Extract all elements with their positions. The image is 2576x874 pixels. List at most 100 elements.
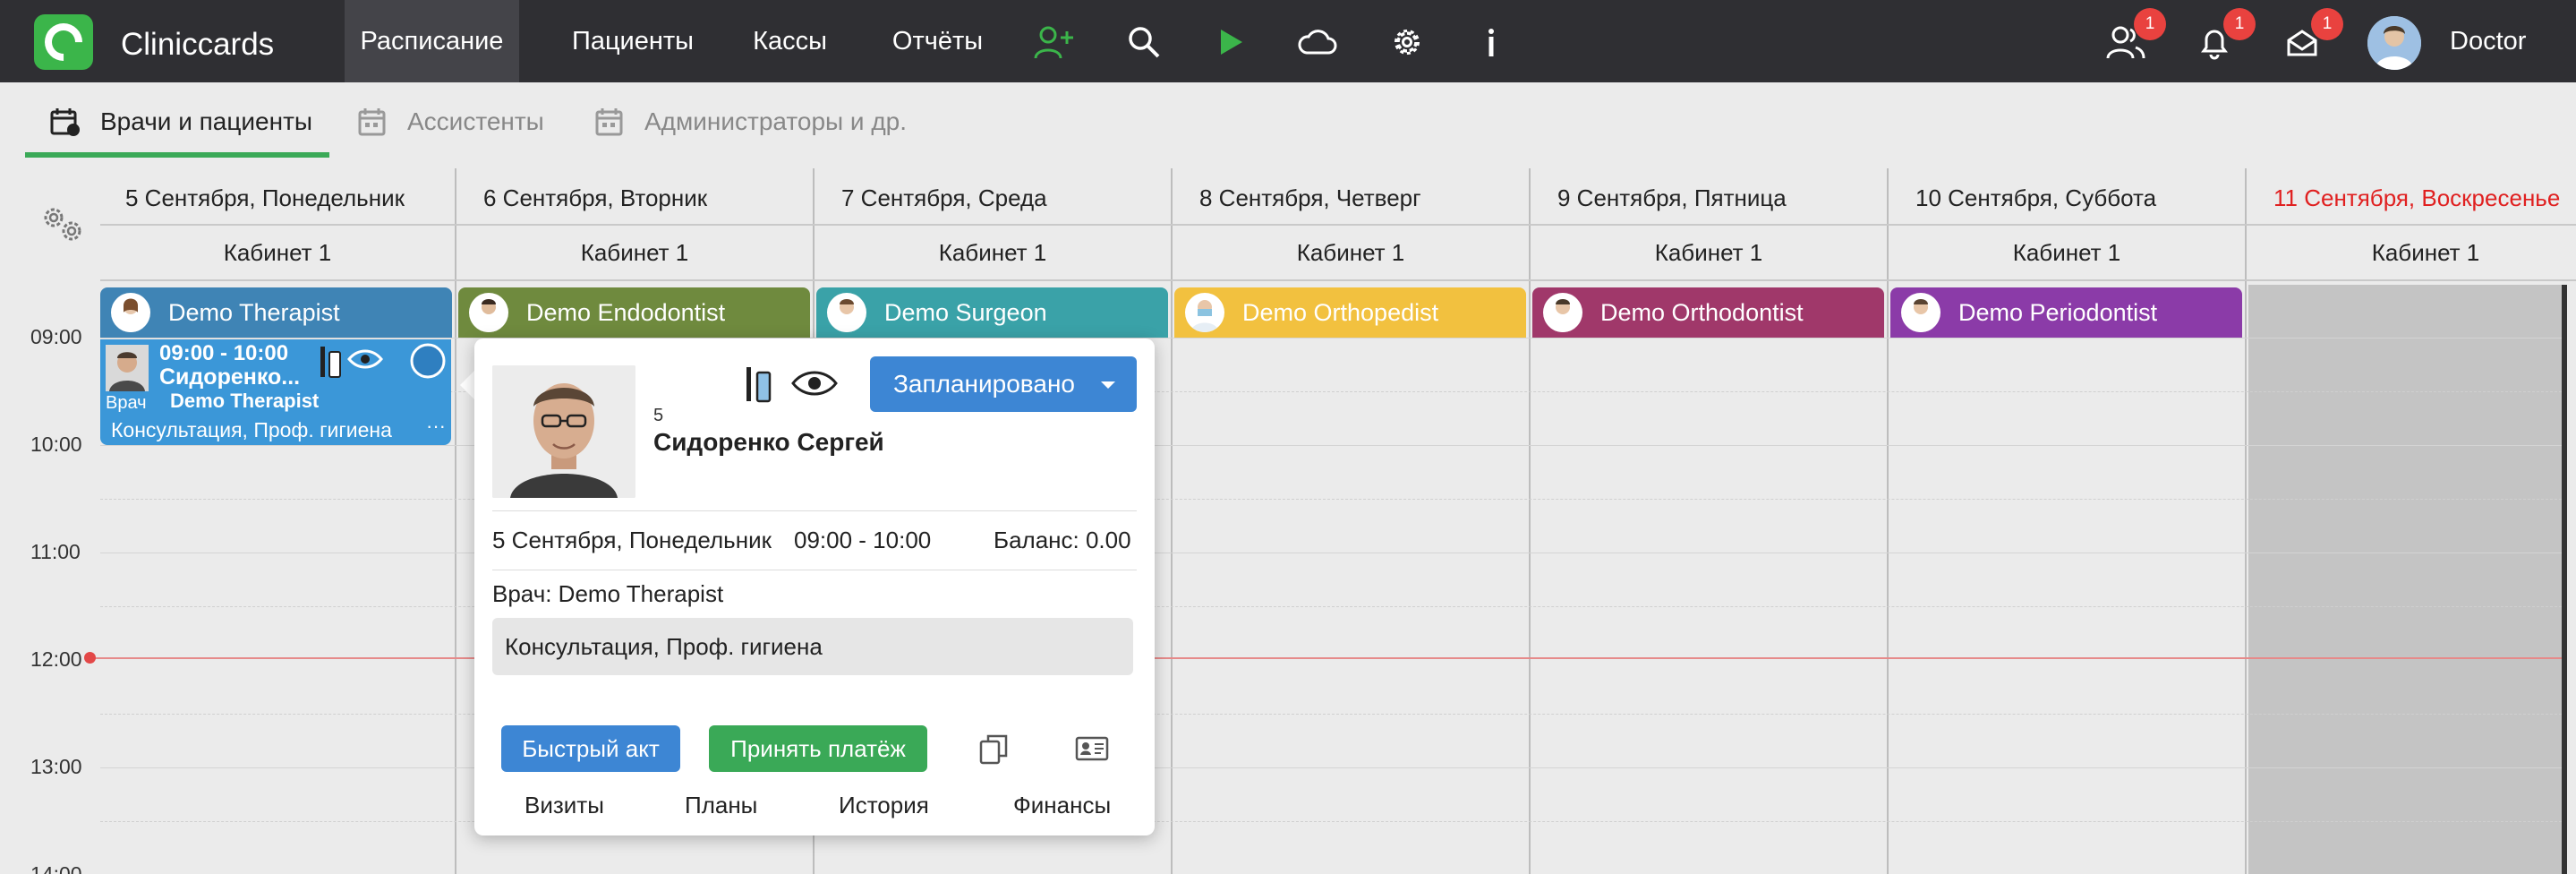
top-bar: Cliniccards Расписание Пациенты Кассы От… (0, 0, 2576, 82)
doctor-name: Demo Therapist (168, 299, 340, 326)
day-header: 9 Сентября, Пятница (1557, 184, 1787, 211)
notifications-badge: 1 (2223, 8, 2256, 40)
quick-act-button[interactable]: Быстрый акт (501, 725, 680, 772)
doctor-avatar (1185, 293, 1224, 332)
cabinet-label: Кабинет 1 (2012, 239, 2121, 266)
header-divider (100, 279, 2576, 281)
gear-icon[interactable] (1389, 24, 1425, 60)
doctor-avatar (469, 293, 508, 332)
tab-label: Ассистенты (407, 107, 544, 135)
add-patient-icon[interactable] (1033, 24, 1074, 60)
doctor-chip-orthodontist[interactable]: Demo Orthodontist (1532, 287, 1884, 338)
tab-assistants[interactable]: Ассистенты (358, 82, 544, 161)
doctor-chip-endodontist[interactable]: Demo Endodontist (458, 287, 810, 338)
appointment-services[interactable]: Консультация, Проф. гигиена (492, 618, 1133, 675)
doctor-name: Demo Orthodontist (1600, 299, 1804, 326)
avatar[interactable] (2367, 16, 2421, 70)
accept-payment-button[interactable]: Принять платёж (709, 725, 927, 772)
grid-line (100, 499, 2562, 500)
doctor-name: Demo Endodontist (526, 299, 726, 326)
user-name[interactable]: Doctor (2450, 27, 2526, 56)
tab-finances[interactable]: Финансы (1013, 792, 1111, 819)
search-icon[interactable] (1126, 24, 1162, 60)
day-header-sunday: 11 Сентября, Воскресенье (2273, 184, 2561, 211)
appointment-card[interactable]: Врач 09:00 - 10:00 Сидоренко... Demo The… (100, 339, 451, 445)
status-dropdown[interactable]: Запланировано (870, 356, 1137, 412)
day-header: 10 Сентября, Суббота (1915, 184, 2157, 211)
scrollbar[interactable] (2562, 285, 2567, 874)
doctor-chip-periodontist[interactable]: Demo Periodontist (1890, 287, 2242, 338)
cabinet-label: Кабинет 1 (2371, 239, 2480, 266)
doctor-avatar (111, 293, 150, 332)
doctor-chip-therapist[interactable]: Demo Therapist (100, 287, 452, 338)
logo-icon[interactable] (34, 14, 93, 70)
day-header: 6 Сентября, Вторник (483, 184, 708, 211)
settings-gears-icon[interactable] (36, 201, 90, 246)
doctor-name: Demo Orthopedist (1242, 299, 1439, 326)
tab-doctors-patients[interactable]: Врачи и пациенты (50, 82, 313, 161)
patient-name[interactable]: Сидоренко Сергей (653, 428, 884, 457)
time-label: 11:00 (30, 540, 81, 563)
tab-visits[interactable]: Визиты (525, 792, 604, 819)
brand-name: Cliniccards (121, 27, 275, 62)
chevron-down-icon (1101, 381, 1115, 389)
copy-icon[interactable] (976, 731, 1011, 767)
tab-history[interactable]: История (839, 792, 929, 819)
header-divider (100, 224, 2576, 226)
nav-reports[interactable]: Отчёты (873, 0, 1002, 82)
doctor-avatar (827, 293, 866, 332)
patient-photo (106, 345, 149, 391)
current-time-dot (84, 652, 96, 664)
tab-label: Врачи и пациенты (100, 107, 313, 135)
cabinet-label: Кабинет 1 (1654, 239, 1763, 266)
tab-administrators[interactable]: Администраторы и др. (595, 82, 908, 161)
active-tab-indicator (25, 152, 329, 158)
appointment-doctor: Demo Therapist (170, 390, 320, 412)
more-icon[interactable]: ··· (426, 415, 446, 438)
appointment-time: 09:00 - 10:00 (794, 527, 932, 553)
grid-line (100, 445, 2562, 446)
doctor-avatar (1901, 293, 1941, 332)
grid-line (100, 606, 2562, 607)
doctor-name: Demo Surgeon (884, 299, 1047, 326)
appointment-patient: Сидоренко... (159, 364, 301, 390)
appointment-status-icons (320, 343, 446, 379)
time-label: 13:00 (30, 755, 82, 778)
cabinet-label: Кабинет 1 (580, 239, 689, 266)
cabinet-label: Кабинет 1 (223, 239, 332, 266)
calendar-user-icon (50, 108, 80, 136)
divider (492, 510, 1137, 511)
patient-balance: Баланс: 0.00 (994, 527, 1131, 553)
doctor-chip-orthopedist[interactable]: Demo Orthopedist (1174, 287, 1526, 338)
id-card-icon[interactable] (1074, 731, 1110, 767)
messages-badge: 1 (2311, 8, 2343, 40)
appointment-doctor: Врач: Demo Therapist (492, 580, 724, 607)
nav-cash[interactable]: Кассы (734, 0, 846, 82)
grid-line (100, 821, 2562, 822)
cabinet-label: Кабинет 1 (938, 239, 1047, 266)
appointment-services: Консультация, Проф. гигиена (111, 418, 392, 441)
calendar-icon (358, 108, 386, 136)
nav-patients[interactable]: Пациенты (548, 0, 718, 82)
users-badge: 1 (2134, 8, 2166, 40)
cloud-icon[interactable] (1296, 24, 1337, 60)
time-label: 12:00 (30, 647, 82, 671)
day-off-area (2248, 285, 2566, 874)
nav-schedule[interactable]: Расписание (345, 0, 519, 82)
appointment-time: 09:00 - 10:00 (159, 341, 289, 365)
status-icons (746, 367, 838, 403)
day-header: 7 Сентября, Среда (841, 184, 1047, 211)
tab-label: Администраторы и др. (644, 107, 908, 135)
tab-plans[interactable]: Планы (685, 792, 757, 819)
cabinet-label: Кабинет 1 (1296, 239, 1405, 266)
current-time-line (90, 657, 2562, 659)
doctor-chip-surgeon[interactable]: Demo Surgeon (816, 287, 1168, 338)
time-label: 09:00 (30, 325, 82, 348)
play-icon[interactable] (1212, 24, 1248, 60)
time-label: 10:00 (30, 433, 82, 456)
day-header: 8 Сентября, Четверг (1199, 184, 1421, 211)
calendar-icon (595, 108, 623, 136)
info-icon[interactable] (1473, 24, 1509, 60)
appointment-popup: 5 Сидоренко Сергей Запланировано 5 Сентя… (474, 338, 1155, 835)
appointment-role: Врач (106, 393, 147, 413)
